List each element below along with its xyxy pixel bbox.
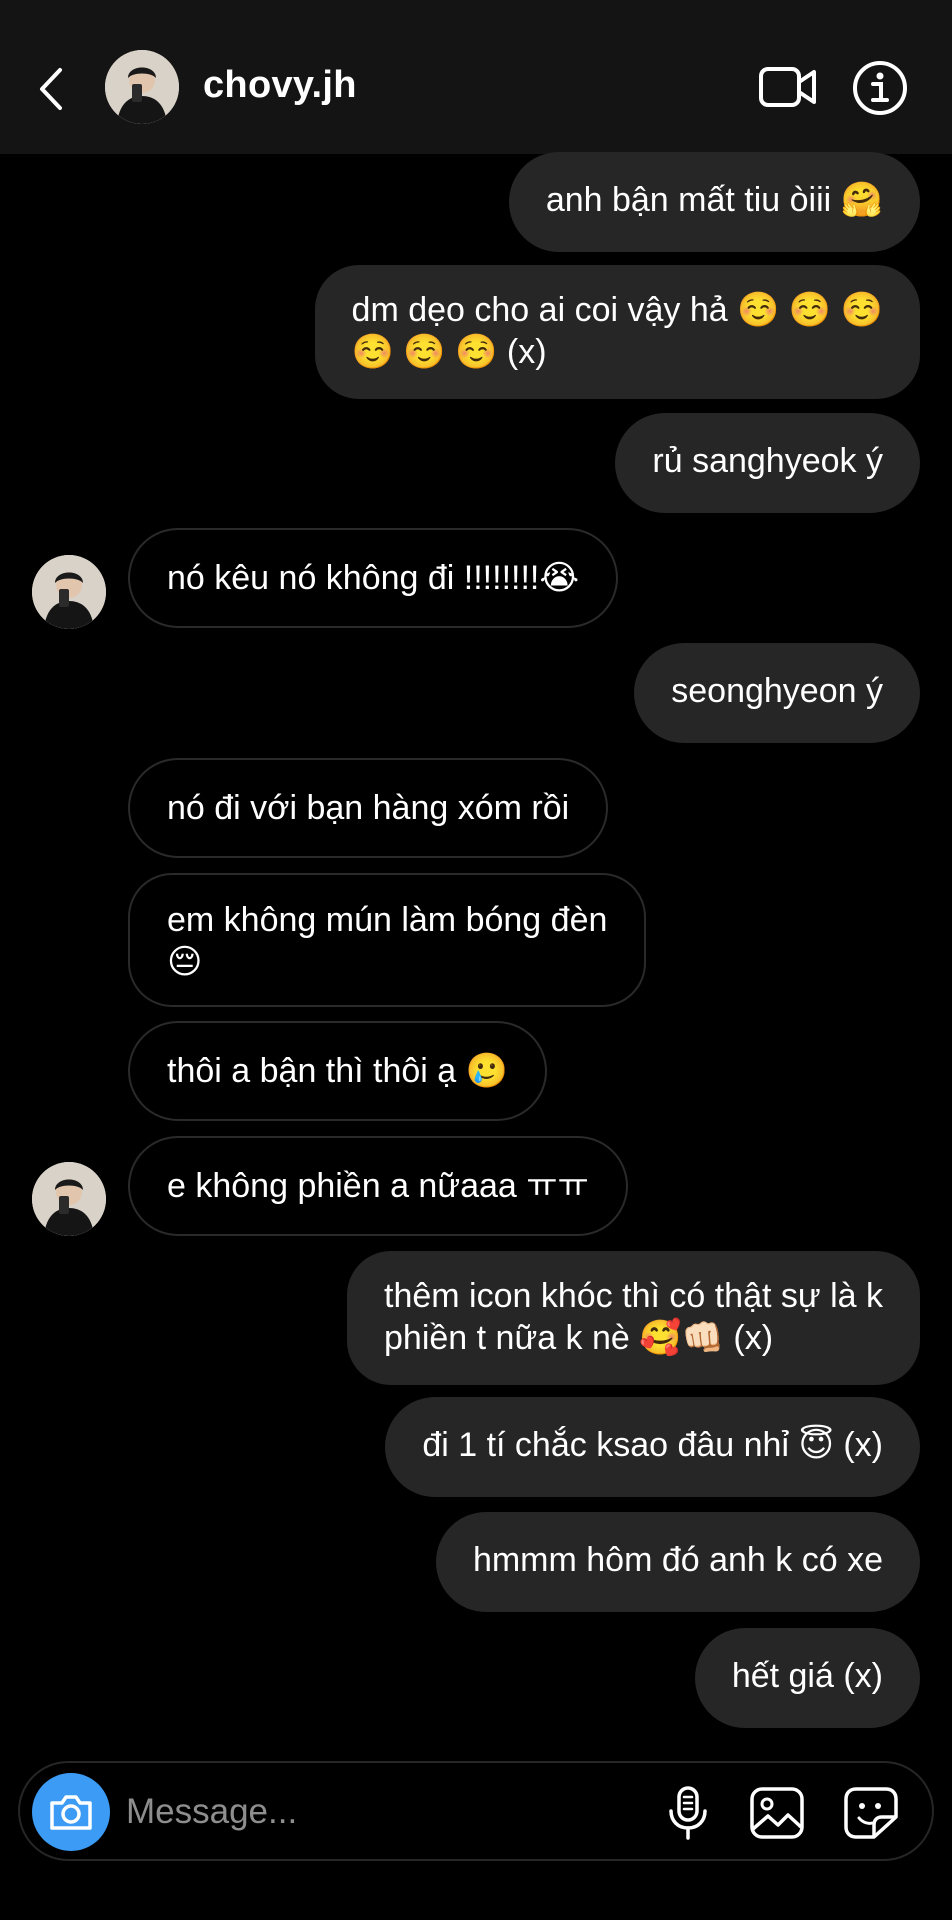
back-button[interactable] [28,58,74,120]
video-call-button[interactable] [758,60,818,114]
sent-message[interactable]: anh bận mất tiu òiii 🤗 [508,152,920,252]
chevron-left-icon [40,68,62,110]
video-camera-icon [759,67,816,107]
received-message[interactable]: e không phiền a nữaaa ㅠㅠ [128,1136,628,1236]
contact-avatar[interactable] [32,555,106,629]
microphone-icon [669,1786,707,1840]
info-button[interactable] [852,60,908,116]
camera-button[interactable] [32,1773,110,1851]
received-message[interactable]: nó kêu nó không đi !!!!!!!!😭 [128,528,619,628]
sent-message[interactable]: rủ sanghyeok ý [615,413,920,513]
camera-icon [50,1795,92,1830]
sent-message[interactable]: hết giá (x) [694,1628,920,1728]
sent-message[interactable]: dm dẹo cho ai coi vậy hả ☺️ ☺️ ☺️ ☺️ ☺️ … [314,265,920,399]
sticker-button[interactable] [842,1785,900,1841]
message-input[interactable] [124,1781,528,1843]
sticker-icon [844,1787,898,1839]
chat-screen: chovy.jh anh bận mất tiu òiii 🤗 dm dẹo c… [0,0,952,1920]
info-icon [853,61,907,115]
received-message[interactable]: nó đi với bạn hàng xóm rồi [128,758,609,858]
sent-message[interactable]: seonghyeon ý [634,643,920,743]
sent-message[interactable]: thêm icon khóc thì có thật sự là k phiền… [347,1251,920,1385]
contact-avatar[interactable] [32,1162,106,1236]
microphone-button[interactable] [660,1785,716,1841]
message-composer [18,1761,934,1861]
chat-header: chovy.jh [0,0,952,154]
received-message[interactable]: thôi a bận thì thôi ạ 🥲 [128,1021,547,1121]
received-message[interactable]: em không mún làm bóng đèn 😔 [128,873,647,1007]
gallery-icon [750,1787,804,1839]
avatar[interactable] [105,50,179,124]
sent-message[interactable]: hmmm hôm đó anh k có xe [435,1512,920,1612]
sent-message[interactable]: đi 1 tí chắc ksao đâu nhỉ 😇 (x) [385,1397,920,1497]
gallery-button[interactable] [748,1785,806,1841]
username[interactable]: chovy.jh [203,64,357,107]
